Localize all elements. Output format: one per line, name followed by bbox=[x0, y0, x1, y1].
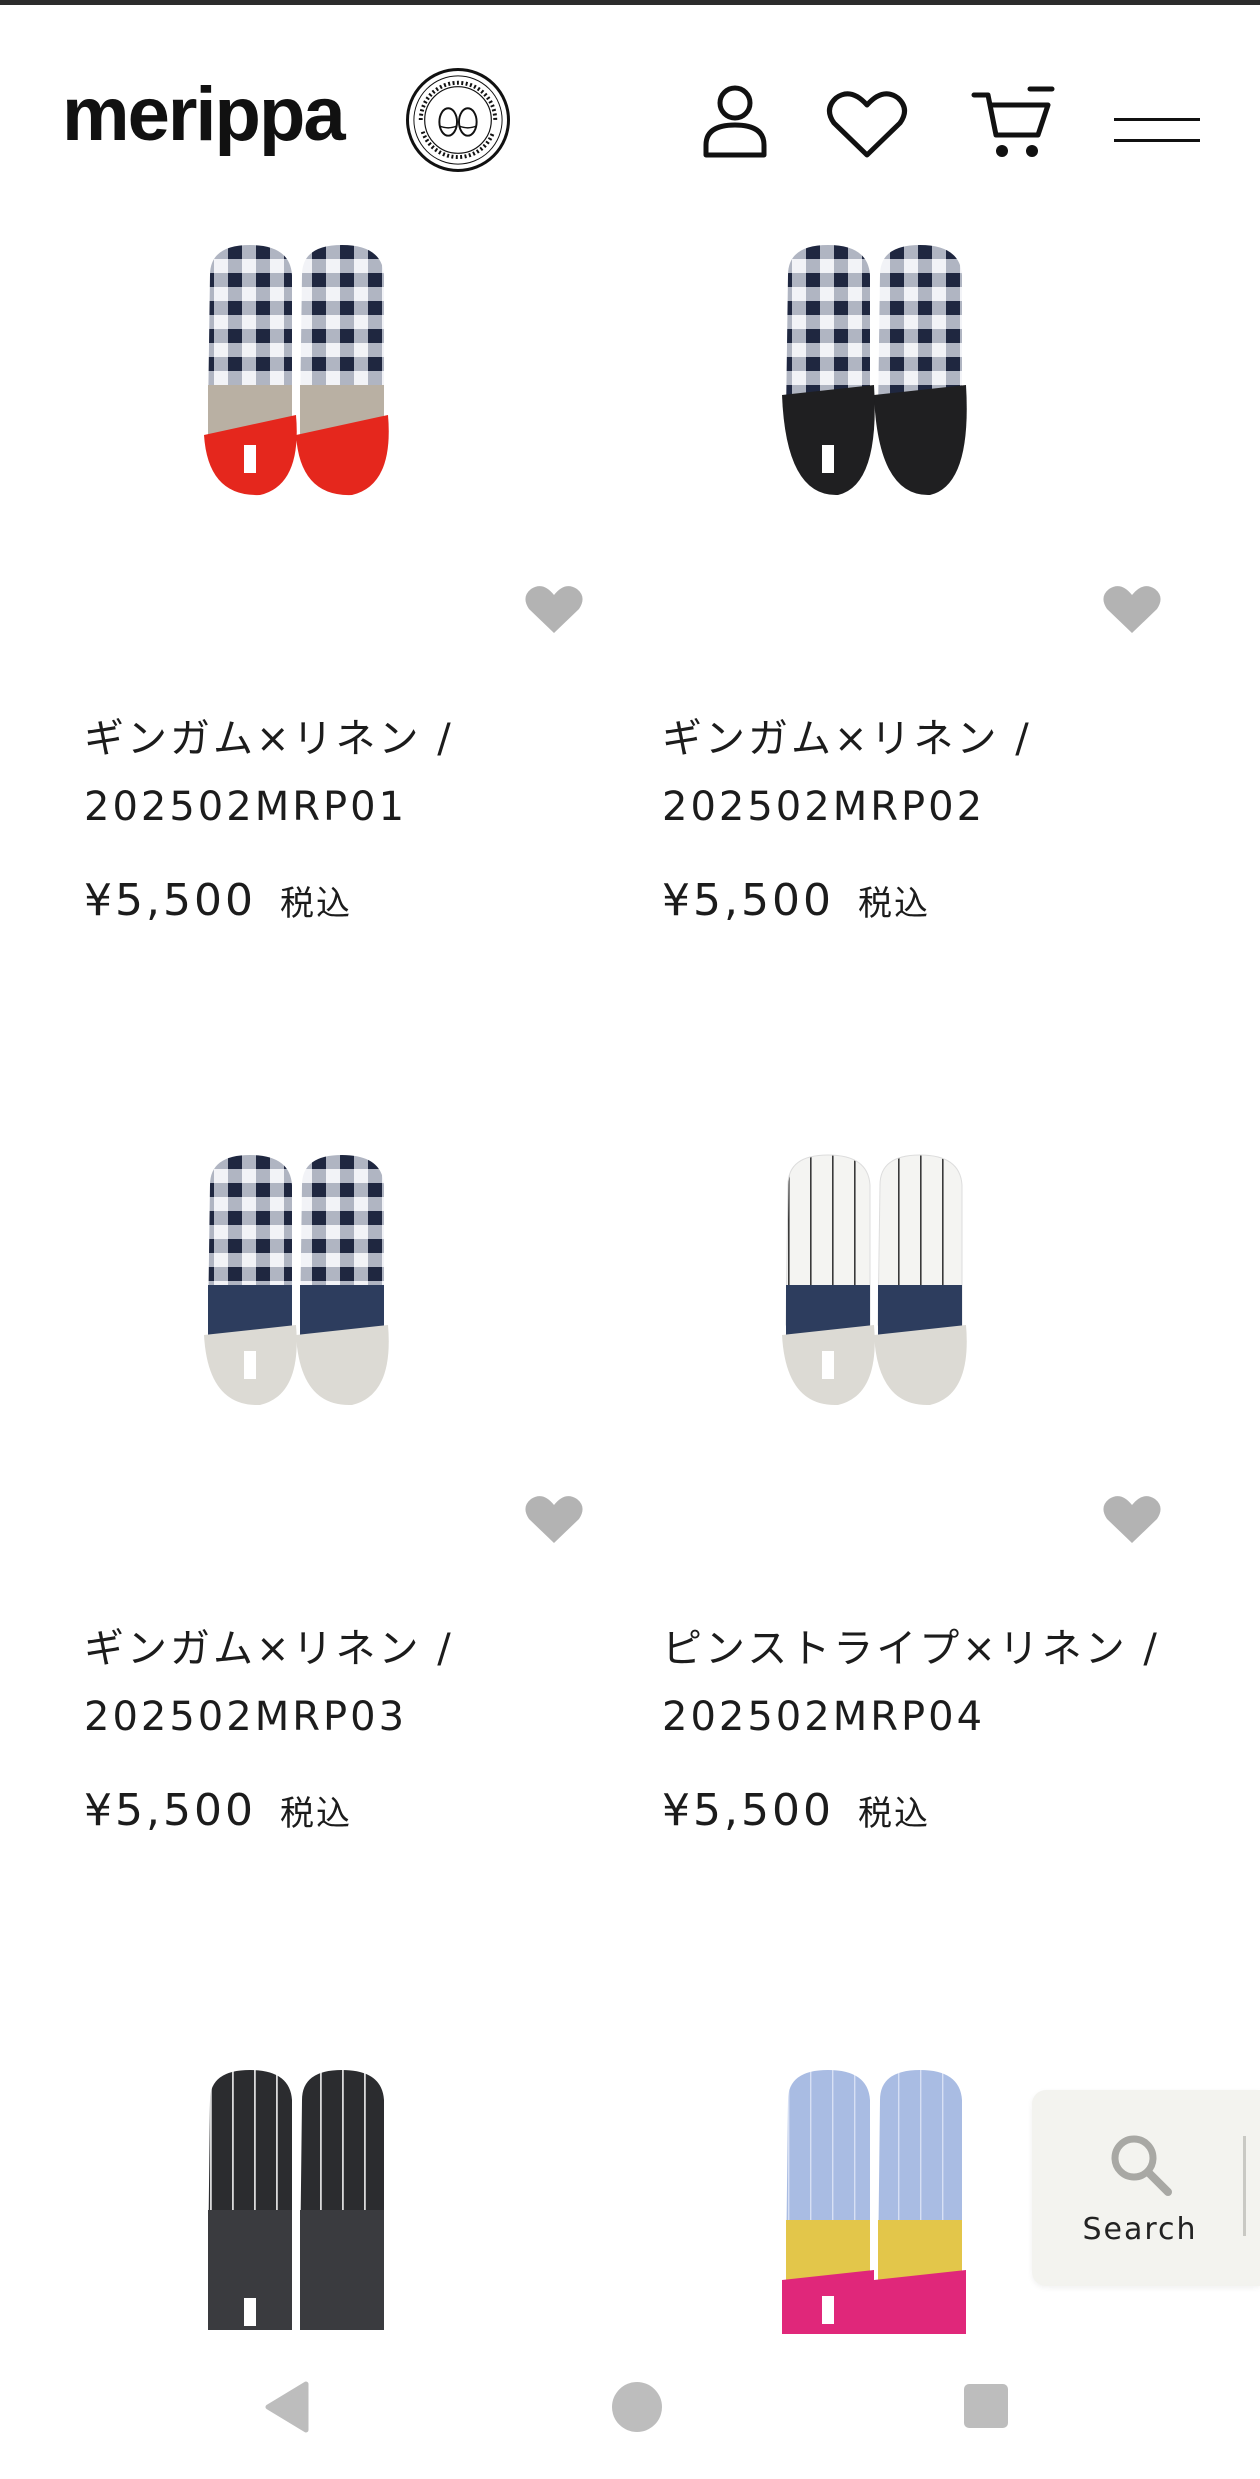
product-price: ¥5,500 税込 bbox=[662, 875, 930, 926]
home-icon[interactable] bbox=[610, 2380, 664, 2438]
product-price: ¥5,500 税込 bbox=[84, 875, 352, 926]
system-nav-bar bbox=[0, 2334, 1260, 2479]
product-image[interactable] bbox=[60, 2040, 640, 2334]
price-value: ¥5,500 bbox=[662, 1785, 834, 1836]
favorite-heart-icon[interactable] bbox=[1102, 1495, 1162, 1545]
favorite-icon[interactable] bbox=[826, 89, 908, 159]
logo-badge bbox=[406, 68, 510, 172]
product-card[interactable] bbox=[60, 2040, 640, 2334]
price-value: ¥5,500 bbox=[84, 1785, 256, 1836]
favorite-heart-icon[interactable] bbox=[1102, 585, 1162, 635]
product-price: ¥5,500 税込 bbox=[662, 1785, 930, 1836]
cart-icon[interactable] bbox=[970, 85, 1056, 161]
product-name[interactable]: ギンガム×リネン / 202502MRP03 bbox=[84, 1615, 624, 1751]
product-price: ¥5,500 税込 bbox=[84, 1785, 352, 1836]
account-icon[interactable] bbox=[700, 83, 770, 159]
site-logo[interactable]: merippa bbox=[62, 77, 346, 153]
product-name[interactable]: ギンガム×リネン / 202502MRP01 bbox=[84, 705, 624, 841]
price-value: ¥5,500 bbox=[84, 875, 256, 926]
search-icon bbox=[1108, 2132, 1174, 2202]
favorite-heart-icon[interactable] bbox=[524, 1495, 584, 1545]
tax-label: 税込 bbox=[857, 1794, 930, 1834]
tax-label: 税込 bbox=[279, 1794, 352, 1834]
product-name[interactable]: ギンガム×リネン / 202502MRP02 bbox=[662, 705, 1202, 841]
tax-label: 税込 bbox=[279, 884, 352, 924]
search-label: Search bbox=[1082, 2212, 1198, 2247]
recents-icon[interactable] bbox=[962, 2382, 1010, 2434]
menu-icon[interactable] bbox=[1114, 115, 1200, 147]
favorite-heart-icon[interactable] bbox=[524, 585, 584, 635]
site-header: merippa bbox=[0, 5, 1260, 215]
tax-label: 税込 bbox=[857, 884, 930, 924]
scroll-handle[interactable] bbox=[1243, 2136, 1246, 2236]
search-button[interactable]: Search bbox=[1032, 2090, 1260, 2286]
back-icon[interactable] bbox=[262, 2380, 310, 2438]
price-value: ¥5,500 bbox=[662, 875, 834, 926]
product-name[interactable]: ピンストライプ×リネン / 202502MRP04 bbox=[662, 1615, 1202, 1751]
